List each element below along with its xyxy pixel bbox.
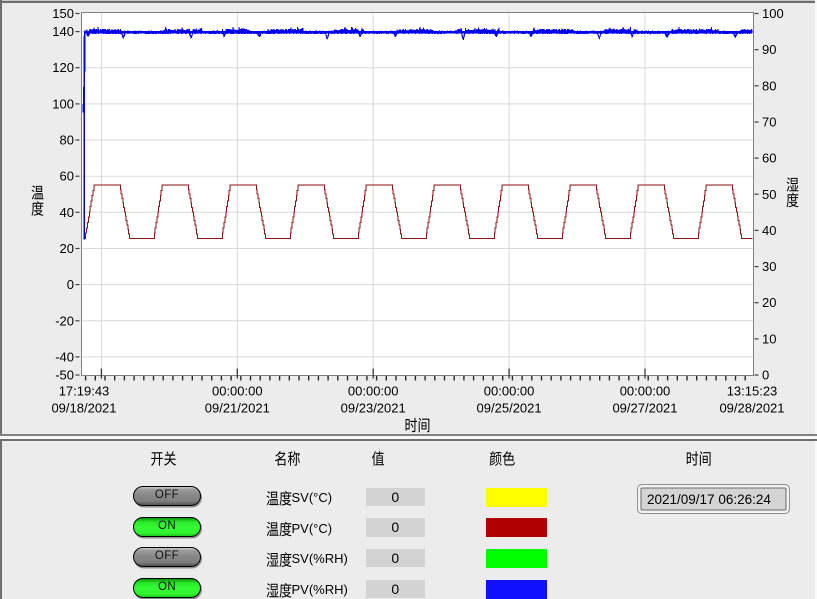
svg-text:00:00:00: 00:00:00 [620, 383, 671, 398]
svg-text:60: 60 [60, 169, 74, 184]
svg-text:80: 80 [60, 133, 74, 148]
svg-text:20: 20 [60, 241, 74, 256]
svg-text:100: 100 [762, 6, 784, 21]
svg-text:09/18/2021: 09/18/2021 [51, 401, 116, 416]
svg-text:90: 90 [762, 42, 776, 57]
svg-text:120: 120 [52, 60, 74, 75]
svg-text:-20: -20 [55, 313, 74, 328]
svg-text:100: 100 [52, 96, 74, 111]
svg-text:20: 20 [762, 295, 776, 310]
svg-text:09/21/2021: 09/21/2021 [205, 401, 270, 416]
svg-text:09/25/2021: 09/25/2021 [477, 401, 542, 416]
svg-text:09/23/2021: 09/23/2021 [341, 401, 406, 416]
svg-text:0: 0 [762, 368, 769, 383]
svg-text:0: 0 [67, 277, 74, 292]
svg-text:00:00:00: 00:00:00 [484, 383, 535, 398]
svg-text:09/28/2021: 09/28/2021 [719, 401, 784, 416]
svg-text:09/27/2021: 09/27/2021 [612, 401, 677, 416]
svg-text:40: 40 [762, 223, 776, 238]
svg-text:80: 80 [762, 78, 776, 93]
svg-text:-40: -40 [55, 349, 74, 364]
svg-text:00:00:00: 00:00:00 [348, 383, 399, 398]
svg-text:00:00:00: 00:00:00 [212, 383, 263, 398]
svg-text:17:19:43: 17:19:43 [59, 383, 110, 398]
svg-text:40: 40 [60, 205, 74, 220]
svg-text:-50: -50 [55, 368, 74, 383]
svg-text:50: 50 [762, 187, 776, 202]
svg-text:10: 10 [762, 331, 776, 346]
svg-text:60: 60 [762, 151, 776, 166]
svg-text:13:15:23: 13:15:23 [727, 383, 778, 398]
svg-text:150: 150 [52, 6, 74, 21]
svg-text:70: 70 [762, 115, 776, 130]
svg-text:140: 140 [52, 24, 74, 39]
svg-text:30: 30 [762, 259, 776, 274]
